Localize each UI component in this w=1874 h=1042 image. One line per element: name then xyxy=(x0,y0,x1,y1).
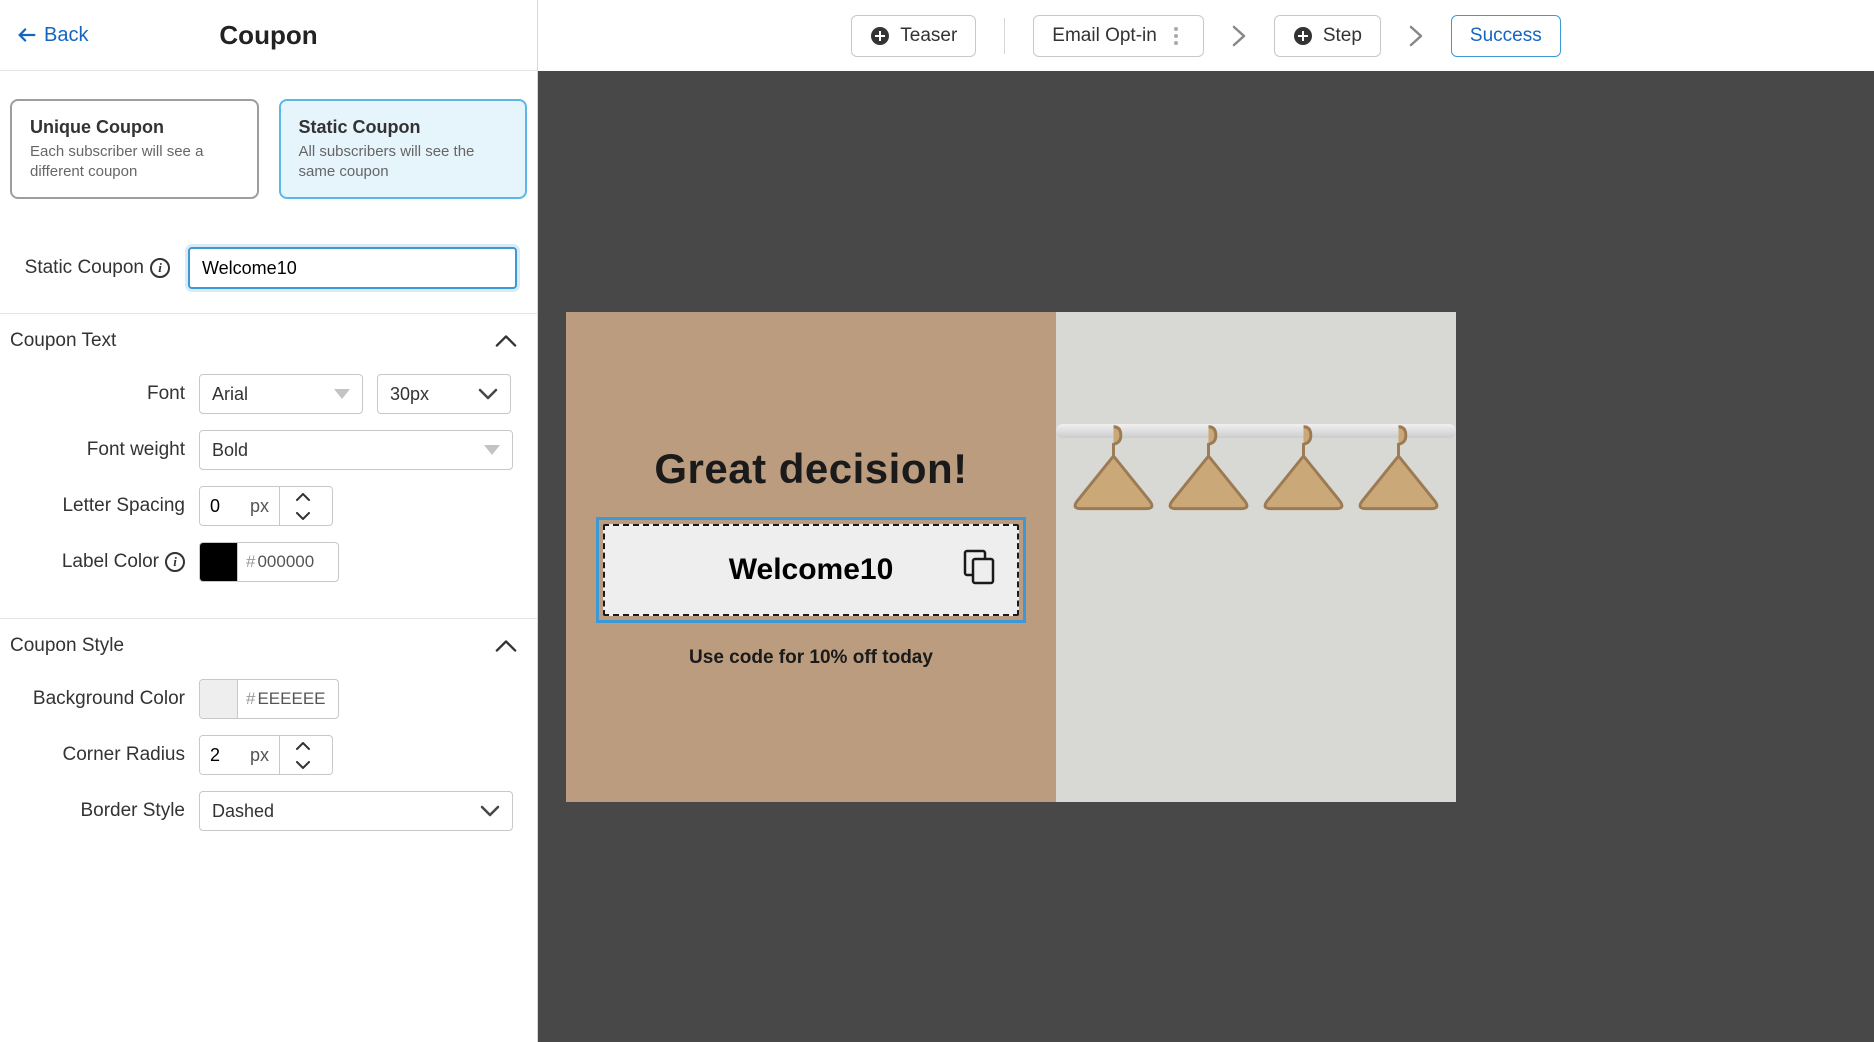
font-weight-label: Font weight xyxy=(20,439,185,461)
topbar-email-optin-label: Email Opt-in xyxy=(1052,25,1157,47)
popup-subtext[interactable]: Use code for 10% off today xyxy=(689,647,933,669)
coupon-type-static[interactable]: Static Coupon All subscribers will see t… xyxy=(279,99,528,199)
arrow-left-icon xyxy=(16,24,38,46)
coupon-type-unique-title: Unique Coupon xyxy=(30,117,239,138)
bg-color-label: Background Color xyxy=(20,688,185,710)
bg-color-swatch[interactable] xyxy=(200,680,238,718)
topbar-email-optin[interactable]: Email Opt-in xyxy=(1033,15,1204,57)
hanger-icon xyxy=(1066,394,1161,594)
topbar-separator xyxy=(1004,18,1005,54)
coupon-type-unique-desc: Each subscriber will see a different cou… xyxy=(30,142,239,181)
corner-radius-input-group: px xyxy=(199,735,333,775)
section-header-coupon-style[interactable]: Coupon Style xyxy=(0,618,537,669)
hanger-icon xyxy=(1161,394,1256,594)
font-size-select[interactable]: 30px xyxy=(377,374,511,414)
coupon-type-static-title: Static Coupon xyxy=(299,117,508,138)
bg-color-group: # EEEEEE xyxy=(199,679,339,719)
bg-color-hex[interactable]: EEEEEE xyxy=(257,689,325,709)
corner-radius-increment[interactable] xyxy=(280,736,325,755)
info-icon[interactable]: i xyxy=(150,258,170,278)
corner-radius-unit: px xyxy=(250,736,279,774)
topbar-step-label: Step xyxy=(1323,25,1362,47)
coupon-type-unique[interactable]: Unique Coupon Each subscriber will see a… xyxy=(10,99,259,199)
popup-preview: Great decision! Welcome10 Use code for 1… xyxy=(566,312,1456,802)
border-style-label: Border Style xyxy=(20,800,185,822)
topbar-success-label: Success xyxy=(1470,25,1542,47)
plus-circle-icon xyxy=(870,26,890,46)
letter-spacing-label: Letter Spacing xyxy=(20,495,185,517)
hash-sign: # xyxy=(246,689,255,709)
popup-left-panel: Great decision! Welcome10 Use code for 1… xyxy=(566,312,1056,802)
topbar-success[interactable]: Success xyxy=(1451,15,1561,57)
popup-headline[interactable]: Great decision! xyxy=(654,445,967,493)
font-label: Font xyxy=(20,383,185,405)
info-icon[interactable]: i xyxy=(165,552,185,572)
corner-radius-input[interactable] xyxy=(200,736,250,774)
corner-radius-label: Corner Radius xyxy=(20,744,185,766)
hangers-group xyxy=(1056,394,1456,594)
coupon-element-selected[interactable]: Welcome10 xyxy=(596,517,1026,623)
coupon-box: Welcome10 xyxy=(603,524,1019,616)
chevron-right-icon xyxy=(1232,25,1246,47)
hanger-icon xyxy=(1351,394,1446,594)
section-title-coupon-style: Coupon Style xyxy=(10,635,124,657)
hash-sign: # xyxy=(246,552,255,572)
chevron-down-icon xyxy=(480,805,500,817)
section-header-coupon-text[interactable]: Coupon Text xyxy=(0,313,537,364)
font-weight-value: Bold xyxy=(212,440,248,461)
letter-spacing-input-group: px xyxy=(199,486,333,526)
caret-down-icon xyxy=(484,445,500,455)
caret-down-icon xyxy=(334,389,350,399)
letter-spacing-increment[interactable] xyxy=(280,487,325,506)
topbar-teaser[interactable]: Teaser xyxy=(851,15,976,57)
back-label: Back xyxy=(44,24,88,47)
border-style-select[interactable]: Dashed xyxy=(199,791,513,831)
hanger-icon xyxy=(1256,394,1351,594)
border-style-value: Dashed xyxy=(212,801,274,822)
chevron-right-icon xyxy=(1409,25,1423,47)
label-color-label: Label Color xyxy=(62,551,159,573)
label-color-swatch[interactable] xyxy=(200,543,238,581)
label-color-hex[interactable]: 000000 xyxy=(257,552,314,572)
font-family-select[interactable]: Arial xyxy=(199,374,363,414)
letter-spacing-decrement[interactable] xyxy=(280,506,325,525)
popup-image-panel xyxy=(1056,312,1456,802)
static-coupon-label: Static Coupon xyxy=(25,257,144,279)
topbar-step[interactable]: Step xyxy=(1274,15,1381,57)
page-title: Coupon xyxy=(219,20,317,51)
coupon-type-static-desc: All subscribers will see the same coupon xyxy=(299,142,508,181)
plus-circle-icon xyxy=(1293,26,1313,46)
letter-spacing-input[interactable] xyxy=(200,487,250,525)
corner-radius-decrement[interactable] xyxy=(280,755,325,774)
chevron-up-icon xyxy=(495,639,517,653)
coupon-code-text: Welcome10 xyxy=(729,553,894,587)
copy-icon[interactable] xyxy=(959,547,999,592)
back-button[interactable]: Back xyxy=(16,24,88,47)
topbar-teaser-label: Teaser xyxy=(900,25,957,47)
static-coupon-input[interactable] xyxy=(188,247,517,289)
section-title-coupon-text: Coupon Text xyxy=(10,330,116,352)
label-color-group: # 000000 xyxy=(199,542,339,582)
more-vertical-icon[interactable] xyxy=(1167,27,1185,45)
letter-spacing-unit: px xyxy=(250,487,279,525)
chevron-up-icon xyxy=(495,334,517,348)
font-weight-select[interactable]: Bold xyxy=(199,430,513,470)
font-size-value: 30px xyxy=(390,384,429,405)
chevron-down-icon xyxy=(478,388,498,400)
preview-canvas: Great decision! Welcome10 Use code for 1… xyxy=(538,71,1874,1042)
font-family-value: Arial xyxy=(212,384,248,405)
